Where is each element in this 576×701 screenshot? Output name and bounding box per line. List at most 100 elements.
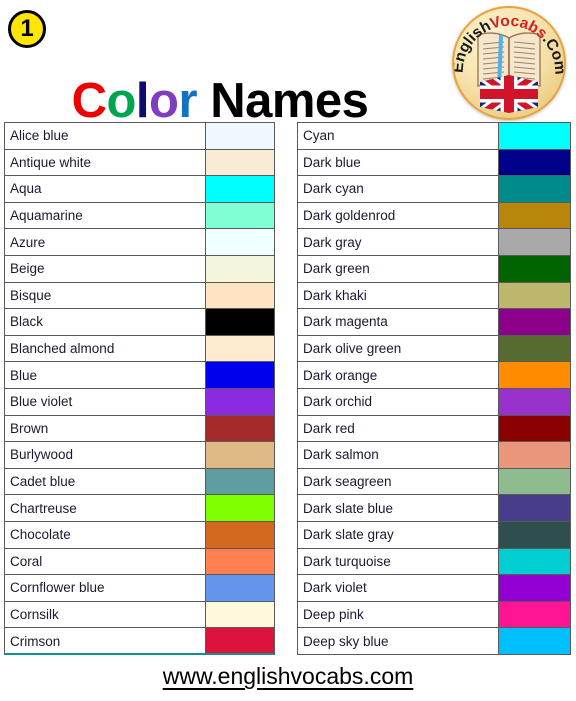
color-name-cell: Dark khaki [297, 281, 499, 310]
table-row: Cornsilk [4, 600, 275, 629]
color-swatch-cell [498, 254, 571, 283]
color-swatch-cell [205, 574, 275, 602]
color-name-cell: Black [4, 308, 206, 336]
color-name-cell: Dark red [297, 414, 499, 443]
color-swatch-cell [205, 467, 275, 496]
color-name-cell: Dark green [297, 254, 499, 283]
table-row: Dark green [297, 254, 571, 283]
footer-website-url[interactable]: www.englishvocabs.com [0, 663, 576, 690]
color-name-cell: Dark salmon [297, 441, 499, 469]
color-swatch-cell [498, 122, 571, 150]
table-row: Dark blue [297, 148, 571, 177]
color-name-cell: Dark magenta [297, 308, 499, 336]
color-swatch-cell [205, 175, 275, 203]
color-name-cell: Blanched almond [4, 334, 206, 363]
color-swatch-cell [498, 228, 571, 256]
table-bottom-accent-line [4, 653, 274, 655]
color-name-cell: Dark goldenrod [297, 201, 499, 230]
color-swatch-cell [205, 520, 275, 549]
color-table-right: Cyan Dark blue Dark cyan Dark goldenrod Dark… [297, 122, 571, 655]
color-swatch-cell [205, 308, 275, 336]
table-row: Alice blue [4, 122, 275, 150]
color-swatch-cell [205, 547, 275, 576]
table-row: Dark slate blue [297, 494, 571, 522]
color-name-cell: Aqua [4, 175, 206, 203]
table-row: Dark olive green [297, 334, 571, 363]
logo-badge-circle: EnglishVocabs.Com [452, 6, 566, 120]
color-name-cell: Aquamarine [4, 201, 206, 230]
color-swatch-cell [205, 387, 275, 416]
color-name-cell: Dark olive green [297, 334, 499, 363]
table-row: Brown [4, 414, 275, 443]
color-swatch-cell [205, 281, 275, 310]
table-row: Dark goldenrod [297, 201, 571, 230]
color-name-cell: Bisque [4, 281, 206, 310]
color-swatch-cell [205, 148, 275, 177]
open-book-uk-flag-icon: EnglishVocabs.Com [454, 13, 564, 113]
table-row: Dark khaki [297, 281, 571, 310]
page-title-part-5 [197, 74, 210, 128]
color-swatch-cell [205, 254, 275, 283]
table-row: Crimson [4, 627, 275, 655]
color-swatch-cell [205, 201, 275, 230]
table-row: Antique white [4, 148, 275, 177]
color-swatch-cell [205, 441, 275, 469]
table-row: Azure [4, 228, 275, 256]
color-name-cell: Chocolate [4, 520, 206, 549]
table-row: Chartreuse [4, 494, 275, 522]
color-table-left-body: Alice blue Antique white Aqua Aquamarine Azu… [4, 122, 275, 655]
color-name-cell: Blue [4, 361, 206, 389]
page-title: Color Names [0, 73, 440, 128]
table-row: Aqua [4, 175, 275, 203]
table-row: Dark gray [297, 228, 571, 256]
color-swatch-cell [498, 175, 571, 203]
table-row: Cornflower blue [4, 574, 275, 602]
color-swatch-cell [498, 494, 571, 522]
table-row: Dark salmon [297, 441, 571, 469]
table-row: Cyan [297, 122, 571, 150]
color-swatch-cell [205, 334, 275, 363]
page-title-part-1: o [106, 73, 136, 128]
page-title-part-4: r [178, 73, 198, 128]
color-swatch-cell [498, 627, 571, 655]
table-row: Dark violet [297, 574, 571, 602]
color-swatch-cell [498, 547, 571, 576]
table-row: Coral [4, 547, 275, 576]
table-row: Blue violet [4, 387, 275, 416]
color-name-cell: Dark gray [297, 228, 499, 256]
table-row: Dark slate gray [297, 520, 571, 549]
color-swatch-cell [205, 494, 275, 522]
color-swatch-cell [205, 627, 275, 655]
table-row: Dark orchid [297, 387, 571, 416]
color-swatch-cell [498, 467, 571, 496]
color-name-cell: Dark orange [297, 361, 499, 389]
table-row: Dark magenta [297, 308, 571, 336]
color-name-cell: Dark slate gray [297, 520, 499, 549]
table-row: Blue [4, 361, 275, 389]
page-number-badge: 1 [8, 10, 46, 48]
color-name-cell: Crimson [4, 627, 206, 655]
color-table-right-body: Cyan Dark blue Dark cyan Dark goldenrod Dark… [297, 122, 571, 655]
color-swatch-cell [498, 361, 571, 389]
color-name-cell: Coral [4, 547, 206, 576]
page-title-part-0: C [71, 73, 107, 128]
color-swatch-cell [498, 574, 571, 602]
color-name-cell: Dark cyan [297, 175, 499, 203]
table-row: Dark seagreen [297, 467, 571, 496]
table-row: Beige [4, 254, 275, 283]
color-name-cell: Cadet blue [4, 467, 206, 496]
table-row: Dark cyan [297, 175, 571, 203]
table-row: Blanched almond [4, 334, 275, 363]
color-name-cell: Dark slate blue [297, 494, 499, 522]
color-name-cell: Cornflower blue [4, 574, 206, 602]
color-swatch-cell [205, 361, 275, 389]
color-name-cell: Cyan [297, 122, 499, 150]
page-title-part-3: o [149, 73, 179, 128]
color-name-cell: Cornsilk [4, 600, 206, 629]
table-row: Bisque [4, 281, 275, 310]
color-name-cell: Chartreuse [4, 494, 206, 522]
color-name-cell: Beige [4, 254, 206, 283]
color-swatch-cell [498, 281, 571, 310]
color-name-cell: Dark orchid [297, 387, 499, 416]
englishvocabs-logo: EnglishVocabs.Com [446, 2, 572, 126]
